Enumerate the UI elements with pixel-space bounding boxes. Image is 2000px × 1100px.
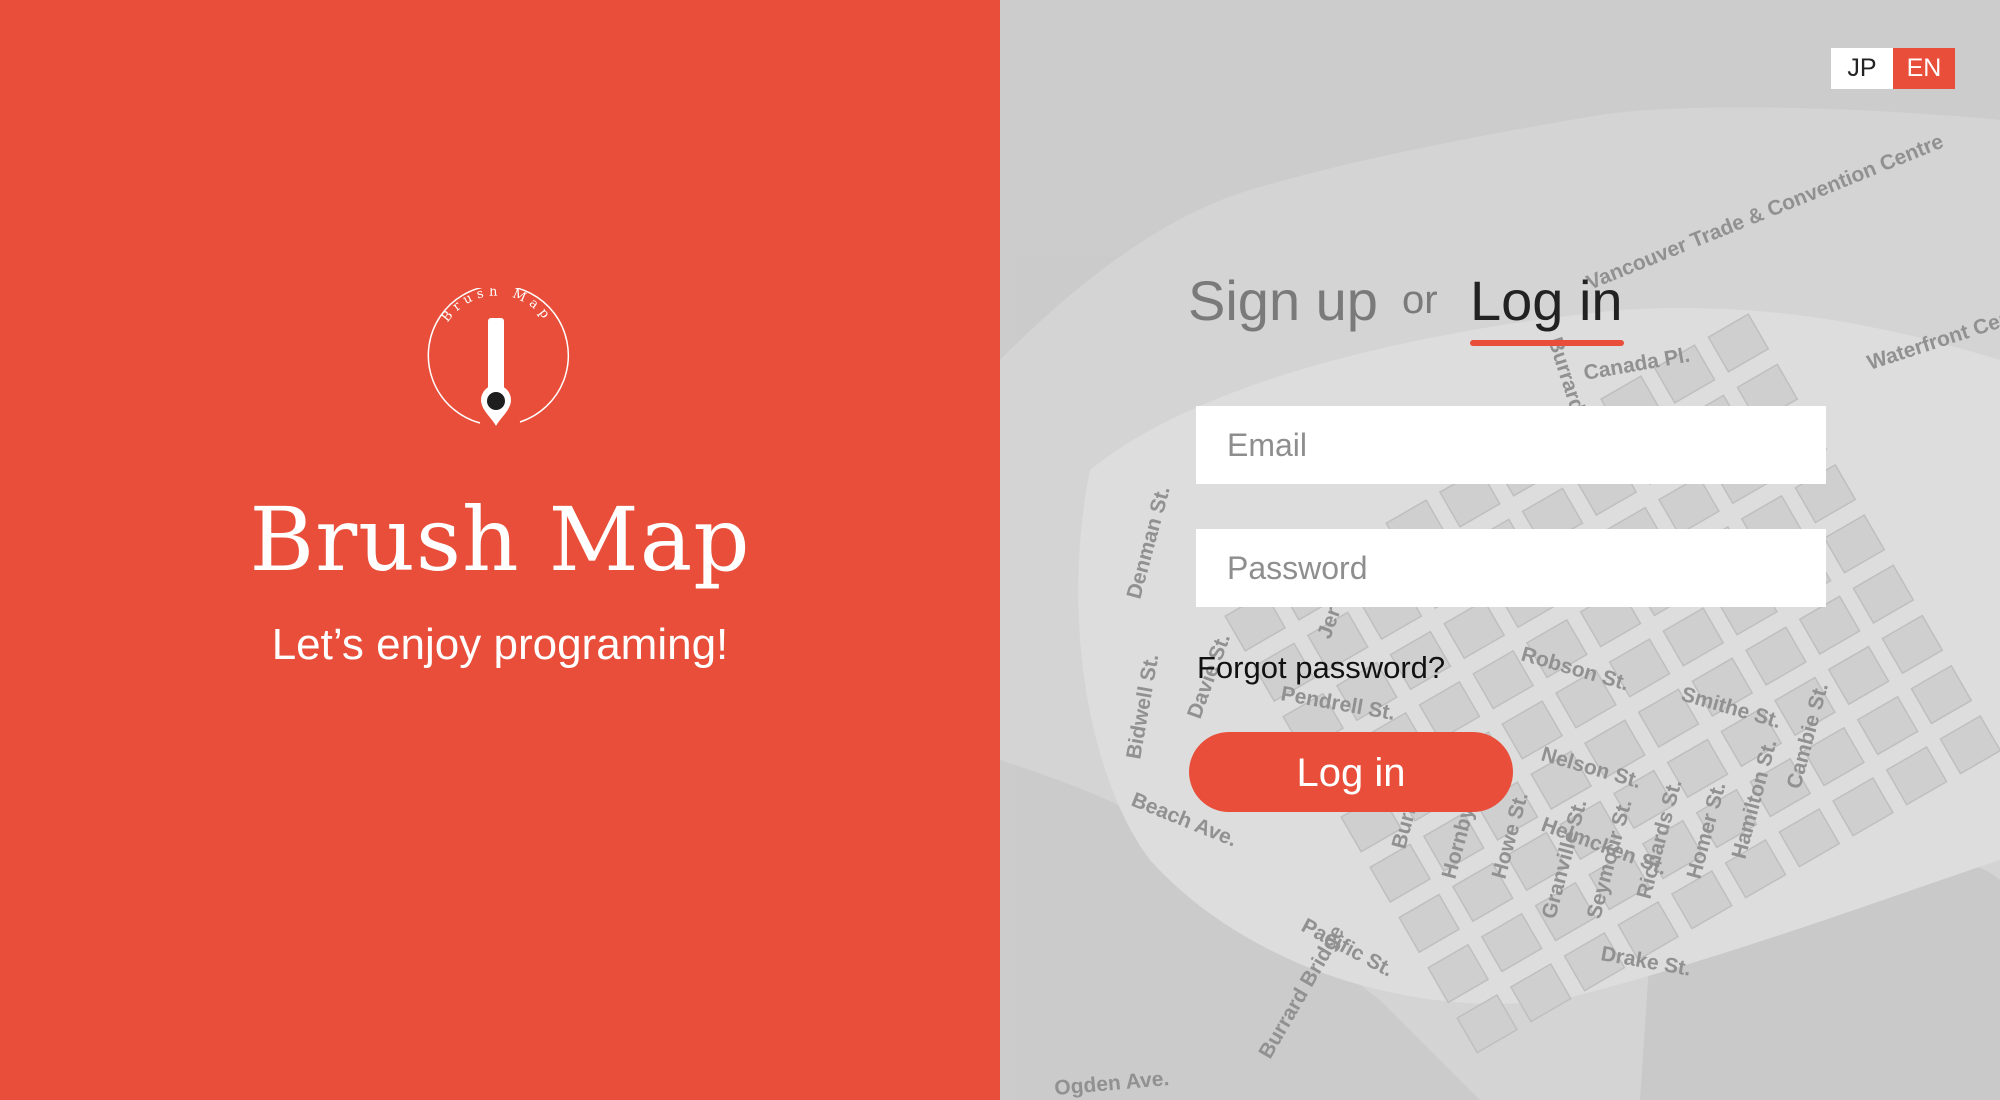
language-jp-button[interactable]: JP bbox=[1831, 48, 1893, 89]
tab-separator: or bbox=[1402, 278, 1438, 322]
active-tab-indicator bbox=[1470, 340, 1624, 346]
forgot-password-link[interactable]: Forgot password? bbox=[1197, 650, 1445, 686]
language-switcher: JP EN bbox=[1831, 48, 1955, 89]
tab-login[interactable]: Log in bbox=[1470, 268, 1623, 333]
login-button[interactable]: Log in bbox=[1189, 732, 1513, 812]
brand-panel: Brush Map Brush Map Let’s enjoy programi… bbox=[0, 0, 1000, 1100]
email-field[interactable] bbox=[1196, 406, 1826, 484]
brush-map-logo: Brush Map bbox=[427, 288, 570, 426]
brand-title: Brush Map bbox=[249, 488, 751, 591]
tab-signup[interactable]: Sign up bbox=[1188, 268, 1378, 333]
password-field[interactable] bbox=[1196, 529, 1826, 607]
auth-panel: Vancouver Trade & Convention Centre Canad… bbox=[1000, 0, 2000, 1100]
language-en-button[interactable]: EN bbox=[1893, 48, 1955, 89]
brand-tagline: Let’s enjoy programing! bbox=[271, 620, 729, 669]
map-street-label: Vancouver Trade & Convention Centre bbox=[1583, 130, 1947, 295]
